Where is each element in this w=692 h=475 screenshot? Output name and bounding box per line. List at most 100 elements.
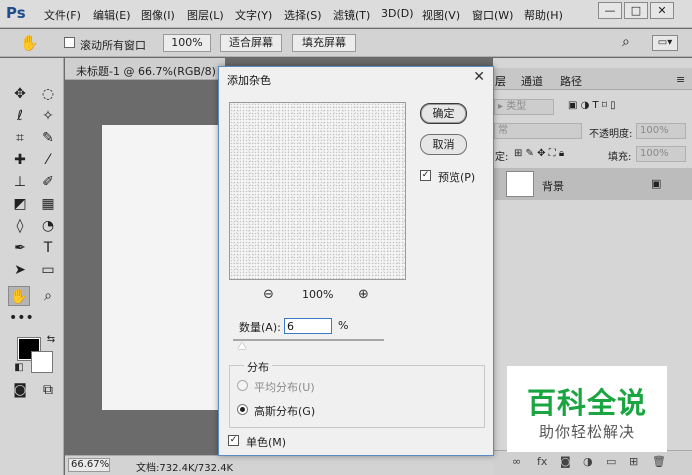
uniform-label: 平均分布(U) (254, 381, 315, 394)
add-mask-icon[interactable]: ◙ (560, 455, 571, 468)
opacity-field[interactable]: 100% (636, 123, 686, 139)
delete-layer-icon[interactable]: 🗑︎ (652, 455, 666, 468)
workspace-switcher-icon[interactable]: ▭▾ (652, 35, 678, 51)
zoom-tool-icon[interactable]: ⌕ (37, 286, 59, 306)
menu-layer[interactable]: 图层(L) (187, 7, 224, 23)
dodge-tool-icon[interactable]: ◔ (37, 216, 59, 236)
options-bar: ✋ 滚动所有窗口 100% 适合屏幕 填充屏幕 ⌕ ▭▾ (0, 29, 692, 57)
menu-file[interactable]: 文件(F) (44, 7, 81, 23)
magic-wand-icon[interactable]: ✧ (37, 106, 59, 126)
monochrome-checkbox[interactable]: ✓ (228, 435, 239, 446)
zoom-level-field[interactable]: 66.67% (68, 458, 110, 472)
preview-zoom-level: 100% (302, 288, 334, 301)
eraser-tool-icon[interactable]: ◩ (9, 194, 31, 214)
fx-icon[interactable]: fx (537, 455, 547, 468)
restore-button[interactable]: □ (624, 2, 648, 19)
healing-brush-icon[interactable]: ✚ (9, 150, 31, 170)
amount-slider-track[interactable] (233, 339, 384, 341)
brush-tool-icon[interactable]: ⁄ (37, 150, 59, 170)
menu-type[interactable]: 文字(Y) (235, 7, 272, 23)
minimize-button[interactable]: — (598, 2, 622, 19)
amount-slider-thumb[interactable] (238, 342, 247, 349)
amount-unit: % (338, 319, 349, 332)
menu-3d[interactable]: 3D(D) (381, 7, 414, 20)
fill-label: 填充: (608, 152, 632, 163)
tab-layers[interactable]: 层 (495, 73, 506, 89)
close-window-button[interactable]: ✕ (650, 2, 674, 19)
noise-preview[interactable] (229, 102, 406, 280)
close-icon[interactable]: ✕ (473, 69, 485, 85)
menu-bar: Ps 文件(F) 编辑(E) 图像(I) 图层(L) 文字(Y) 选择(S) 滤… (0, 0, 692, 28)
layer-filter-select[interactable]: ▸ 类型 (494, 99, 554, 115)
gradient-tool-icon[interactable]: ▦ (37, 194, 59, 214)
panel-menu-icon[interactable]: ≡ (676, 73, 685, 86)
layer-name: 背景 (542, 180, 564, 193)
quick-mask-icon[interactable]: ◙ (9, 380, 31, 400)
dialog-title: 添加杂色 (227, 74, 271, 87)
default-colors-icon[interactable]: ◧ (8, 358, 30, 378)
menu-edit[interactable]: 编辑(E) (93, 7, 131, 23)
lock-label: 定: (495, 152, 509, 163)
background-color-swatch[interactable] (31, 351, 53, 373)
fit-screen-button[interactable]: 适合屏幕 (220, 34, 282, 52)
marquee-tool-icon[interactable]: ◌ (37, 84, 59, 104)
blend-mode-select[interactable]: 常 (494, 123, 582, 139)
new-layer-icon[interactable]: ⊞ (629, 455, 638, 468)
rectangle-tool-icon[interactable]: ▭ (37, 260, 59, 280)
status-bar (65, 455, 505, 475)
move-tool-icon[interactable]: ✥ (9, 84, 31, 104)
cancel-button[interactable]: 取消 (420, 134, 467, 155)
menu-filter[interactable]: 滤镜(T) (333, 7, 370, 23)
lock-icons[interactable]: ⊞ ✎ ✥ ⛶ 🔒︎ (514, 148, 564, 159)
scroll-all-windows-checkbox[interactable] (64, 37, 75, 48)
eyedropper-icon[interactable]: ✎ (37, 128, 59, 148)
menu-select[interactable]: 选择(S) (284, 7, 322, 23)
menu-view[interactable]: 视图(V) (422, 7, 460, 23)
search-icon[interactable]: ⌕ (622, 34, 630, 50)
adjustment-layer-icon[interactable]: ◑ (583, 455, 593, 468)
amount-label: 数量(A): (239, 321, 281, 334)
uniform-radio[interactable] (237, 380, 248, 391)
screen-mode-icon[interactable]: ⧉ (37, 380, 59, 400)
preview-label: 预览(P) (438, 171, 476, 184)
lasso-tool-icon[interactable]: ℓ (9, 106, 31, 126)
hand-tool-icon[interactable]: ✋ (8, 286, 30, 306)
document-info: 文档:732.4K/732.4K (136, 463, 234, 474)
tools-panel: ✥ ◌ ℓ ✧ ⌗ ✎ ✚ ⁄ ⊥ ✐ ◩ ▦ ◊ ◔ ✒ T ➤ ▭ ✋ ⌕ … (0, 58, 64, 475)
path-select-icon[interactable]: ➤ (9, 260, 31, 280)
new-group-icon[interactable]: ▭ (606, 455, 616, 468)
watermark: 百科全说 助你轻松解决 (507, 366, 667, 452)
menu-image[interactable]: 图像(I) (141, 7, 175, 23)
ok-button[interactable]: 确定 (420, 103, 467, 124)
watermark-title: 百科全说 (526, 386, 647, 420)
type-tool-icon[interactable]: T (37, 238, 59, 258)
zoom-100-button[interactable]: 100% (163, 34, 211, 52)
photoshop-logo: Ps (6, 4, 26, 22)
crop-tool-icon[interactable]: ⌗ (9, 128, 31, 148)
link-layers-icon[interactable]: ∞ (512, 455, 521, 468)
scroll-all-windows-label: 滚动所有窗口 (80, 39, 146, 52)
opacity-label: 不透明度: (589, 129, 633, 140)
menu-help[interactable]: 帮助(H) (524, 7, 563, 23)
hand-tool-icon[interactable]: ✋ (20, 34, 39, 52)
stamp-tool-icon[interactable]: ⊥ (9, 172, 31, 192)
document-canvas[interactable] (102, 125, 222, 410)
blur-tool-icon[interactable]: ◊ (9, 216, 31, 236)
menu-window[interactable]: 窗口(W) (472, 7, 513, 23)
document-tab[interactable]: 未标题-1 @ 66.7%(RGB/8) (76, 63, 216, 79)
zoom-in-icon[interactable]: ⊕ (358, 287, 369, 302)
amount-input[interactable] (284, 318, 332, 334)
gaussian-radio[interactable] (237, 404, 248, 415)
pen-tool-icon[interactable]: ✒ (9, 238, 31, 258)
watermark-subtitle: 助你轻松解决 (538, 423, 635, 441)
preview-checkbox[interactable]: ✓ (420, 170, 431, 181)
fill-screen-button[interactable]: 填充屏幕 (292, 34, 356, 52)
more-tools-icon[interactable]: ••• (9, 308, 34, 328)
tab-paths[interactable]: 路径 (560, 73, 582, 89)
zoom-out-icon[interactable]: ⊖ (263, 287, 274, 302)
history-brush-icon[interactable]: ✐ (37, 172, 59, 192)
filter-icons[interactable]: ▣ ◑ T ⌑ ▯ (568, 100, 616, 111)
tab-channels[interactable]: 通道 (521, 73, 543, 89)
swap-colors-icon[interactable]: ⇆ (40, 330, 62, 350)
fill-field[interactable]: 100% (636, 146, 686, 162)
